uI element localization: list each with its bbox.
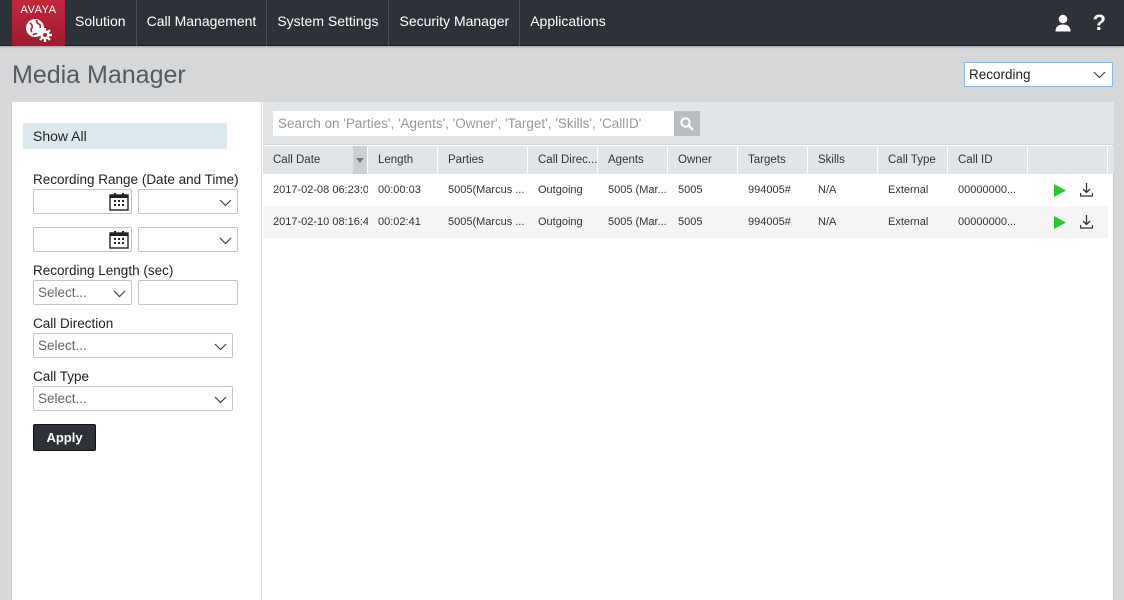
page-title: Media Manager — [12, 61, 186, 89]
show-all-button[interactable]: Show All — [23, 123, 227, 149]
cell-skills: N/A — [818, 184, 837, 196]
table-row[interactable]: 2017-02-08 06:23:00 00:00:03 5005(Marcus… — [263, 174, 1108, 206]
cell-call-type: External — [888, 184, 929, 196]
cell-call-date: 2017-02-10 08:16:41 — [273, 216, 368, 228]
nav-item-applications[interactable]: Applications — [520, 0, 616, 46]
cell-skills: N/A — [818, 216, 837, 228]
download-icon[interactable] — [1080, 183, 1093, 197]
column-header-length[interactable]: Length — [368, 146, 438, 174]
call-direction-value: Select... — [38, 338, 87, 353]
module-select[interactable]: Recording — [964, 62, 1113, 87]
play-icon[interactable] — [1054, 215, 1066, 229]
end-date-input[interactable] — [33, 227, 132, 252]
help-icon[interactable]: ? — [1093, 12, 1106, 34]
results-area: Search on 'Parties', 'Agents', 'Owner', … — [263, 102, 1114, 600]
cell-parties: 5005(Marcus ... — [448, 216, 525, 228]
chevron-down-icon — [219, 199, 232, 207]
column-header-agents[interactable]: Agents — [598, 146, 668, 174]
nav-right-tools: ? — [1055, 0, 1106, 46]
column-header-call-direction[interactable]: Call Direc... — [528, 146, 598, 174]
recording-range-label: Recording Range (Date and Time) — [33, 172, 239, 187]
cell-agents: 5005 (Mar... — [608, 216, 667, 228]
top-nav-bar: AVAYA Solution Call Management System Se… — [0, 0, 1124, 46]
cell-call-id: 00000000... — [958, 184, 1017, 196]
table-header: Call Date Length Parties Call Direc... A… — [263, 146, 1114, 174]
cell-length: 00:00:03 — [378, 184, 421, 196]
cell-call-direction: Outgoing — [538, 184, 583, 196]
chevron-down-icon — [219, 237, 232, 245]
column-header-parties[interactable]: Parties — [438, 146, 528, 174]
start-time-select[interactable] — [138, 189, 238, 214]
column-header-skills[interactable]: Skills — [808, 146, 878, 174]
nav-item-system-settings[interactable]: System Settings — [267, 0, 390, 46]
cell-agents: 5005 (Mar... — [608, 184, 667, 196]
cell-call-type: External — [888, 216, 929, 228]
length-operator-value: Select... — [38, 285, 87, 300]
cell-parties: 5005(Marcus ... — [448, 184, 525, 196]
main-menu: Solution Call Management System Settings… — [65, 0, 616, 46]
length-value-input[interactable] — [138, 280, 238, 305]
cell-call-direction: Outgoing — [538, 216, 583, 228]
user-icon[interactable] — [1055, 14, 1071, 32]
cell-call-id: 00000000... — [958, 216, 1017, 228]
column-header-owner[interactable]: Owner — [668, 146, 738, 174]
nav-item-security-manager[interactable]: Security Manager — [389, 0, 521, 46]
recording-length-label: Recording Length (sec) — [33, 263, 174, 278]
calendar-icon[interactable] — [109, 230, 129, 249]
call-direction-label: Call Direction — [33, 316, 114, 331]
search-icon — [680, 116, 694, 131]
avaya-logo[interactable]: AVAYA — [12, 0, 65, 46]
call-type-select[interactable]: Select... — [33, 386, 233, 411]
chevron-down-icon — [214, 396, 227, 404]
sort-icon[interactable] — [353, 146, 367, 174]
column-header-call-id[interactable]: Call ID — [948, 146, 1028, 174]
search-bar: Search on 'Parties', 'Agents', 'Owner', … — [263, 102, 1114, 145]
cell-owner: 5005 — [678, 184, 703, 196]
module-select-value: Recording — [969, 67, 1031, 82]
call-direction-select[interactable]: Select... — [33, 333, 233, 358]
cell-targets: 994005# — [748, 184, 791, 196]
calendar-icon[interactable] — [109, 192, 129, 211]
nav-item-solution[interactable]: Solution — [65, 0, 137, 46]
call-type-label: Call Type — [33, 369, 90, 384]
row-actions — [1028, 174, 1108, 206]
column-header-targets[interactable]: Targets — [738, 146, 808, 174]
filter-sidebar: Show All Recording Range (Date and Time) — [12, 102, 262, 600]
length-operator-select[interactable]: Select... — [33, 280, 132, 305]
chevron-down-icon — [1093, 71, 1106, 79]
cell-targets: 994005# — [748, 216, 791, 228]
download-icon[interactable] — [1080, 215, 1093, 229]
chevron-down-icon — [214, 343, 227, 351]
logo-text: AVAYA — [20, 4, 57, 16]
end-time-select[interactable] — [138, 227, 238, 252]
nav-item-call-management[interactable]: Call Management — [137, 0, 268, 46]
column-header-call-type[interactable]: Call Type — [878, 146, 948, 174]
cell-call-date: 2017-02-08 06:23:00 — [273, 184, 368, 196]
apply-button[interactable]: Apply — [33, 424, 96, 451]
cell-owner: 5005 — [678, 216, 703, 228]
start-date-input[interactable] — [33, 189, 132, 214]
chevron-down-icon — [113, 290, 126, 298]
play-icon[interactable] — [1054, 183, 1066, 197]
search-button[interactable] — [674, 111, 700, 136]
row-actions — [1028, 206, 1108, 238]
table-row[interactable]: 2017-02-10 08:16:41 00:02:41 5005(Marcus… — [263, 206, 1108, 238]
column-header-actions — [1028, 146, 1108, 174]
search-input[interactable]: Search on 'Parties', 'Agents', 'Owner', … — [273, 111, 674, 136]
main-panel: Show All Recording Range (Date and Time) — [11, 102, 1114, 600]
cell-length: 00:02:41 — [378, 216, 421, 228]
globe-gear-icon — [26, 19, 52, 42]
call-type-value: Select... — [38, 391, 87, 406]
column-header-call-date[interactable]: Call Date — [263, 146, 368, 174]
